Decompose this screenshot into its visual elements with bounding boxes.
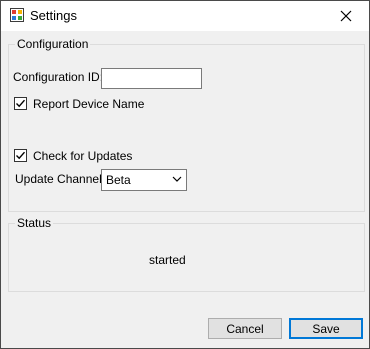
config-id-label: Configuration ID:	[13, 70, 104, 84]
title-bar: Settings	[1, 1, 369, 31]
status-legend: Status	[15, 216, 54, 230]
check-updates-label[interactable]: Check for Updates	[33, 149, 132, 163]
window-title: Settings	[30, 8, 77, 23]
configuration-legend: Configuration	[15, 37, 91, 51]
update-channel-select[interactable]: Beta	[101, 169, 187, 191]
configuration-group: Configuration Configuration ID: Report D…	[8, 37, 365, 212]
close-icon	[340, 10, 352, 22]
report-device-name-label[interactable]: Report Device Name	[33, 97, 144, 111]
update-channel-label: Update Channel:	[15, 172, 106, 186]
close-button[interactable]	[323, 1, 369, 31]
cancel-button[interactable]: Cancel	[208, 318, 282, 339]
config-id-input[interactable]	[101, 68, 202, 89]
update-channel-value: Beta	[106, 173, 131, 187]
chevron-down-icon	[172, 176, 182, 182]
report-device-name-checkbox[interactable]	[14, 97, 27, 110]
settings-window: Settings Configuration Configuration ID:…	[0, 0, 370, 349]
status-text: started	[149, 253, 186, 267]
settings-app-icon	[10, 8, 24, 22]
checkmark-icon	[16, 99, 26, 108]
checkmark-icon	[16, 151, 26, 160]
save-button[interactable]: Save	[289, 318, 363, 339]
check-updates-checkbox[interactable]	[14, 149, 27, 162]
status-group: Status started	[8, 216, 365, 292]
